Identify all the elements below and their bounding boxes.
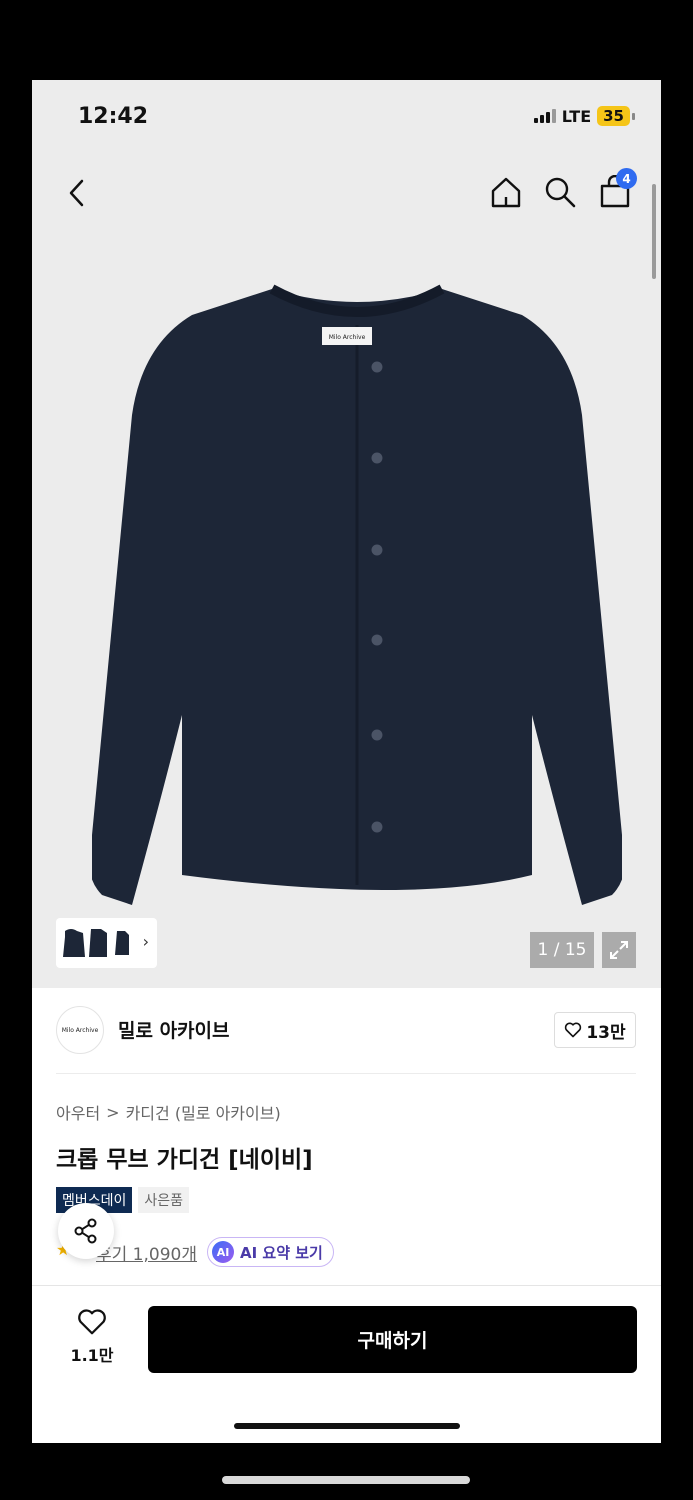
battery-level: 35 <box>597 106 630 126</box>
breadcrumb-category[interactable]: 아우터 <box>56 1100 100 1124</box>
search-icon <box>545 177 576 208</box>
wishlist-button[interactable]: 1.1만 <box>68 1308 116 1366</box>
signal-icon <box>533 109 556 123</box>
status-time: 12:42 <box>78 104 149 129</box>
ai-icon: AI <box>212 1241 234 1263</box>
heart-icon <box>565 1022 582 1038</box>
home-indicator[interactable] <box>234 1423 460 1429</box>
chevron-right-icon: › <box>142 932 149 951</box>
product-title: 크롭 무브 가디건 [네이비] <box>56 1147 313 1173</box>
expand-icon <box>610 941 628 959</box>
cart-button[interactable]: 4 <box>597 168 637 210</box>
search-button[interactable] <box>542 174 578 210</box>
gift-badge: 사은품 <box>138 1187 190 1213</box>
status-indicators: LTE 35 <box>533 106 635 126</box>
divider <box>56 1073 636 1074</box>
share-icon <box>74 1218 97 1244</box>
breadcrumb-subcategory[interactable]: 카디건 (밀로 아카이브) <box>126 1100 281 1124</box>
ai-summary-button[interactable]: AI AI 요약 보기 <box>207 1237 334 1267</box>
network-type: LTE <box>561 106 592 126</box>
wishlist-count: 1.1만 <box>70 1346 114 1365</box>
thumbnail-images <box>63 929 129 957</box>
phone-screen: 12:42 LTE 35 4 Milo Archive › 1 / 15 Mil… <box>32 80 661 1443</box>
ai-summary-label: AI 요약 보기 <box>240 1243 323 1262</box>
back-button[interactable] <box>62 176 92 210</box>
battery-icon <box>632 112 635 120</box>
product-image[interactable]: Milo Archive <box>92 275 622 955</box>
home-button[interactable] <box>488 174 524 210</box>
brand-logo[interactable]: Milo Archive <box>56 1006 104 1054</box>
heart-icon <box>78 1309 106 1335</box>
garment-label: Milo Archive <box>329 334 366 341</box>
scrollbar[interactable] <box>652 184 656 279</box>
share-button[interactable] <box>58 1203 114 1259</box>
expand-button[interactable] <box>602 932 636 968</box>
image-counter: 1 / 15 <box>530 932 594 968</box>
brand-like-button[interactable]: 13만 <box>554 1012 636 1048</box>
buy-button[interactable]: 구매하기 <box>148 1306 637 1373</box>
breadcrumb: 아우터 > 카디건 (밀로 아카이브) <box>56 1100 281 1124</box>
brand-name[interactable]: 밀로 아카이브 <box>118 1016 230 1043</box>
thumbnail-strip[interactable]: › <box>56 918 157 968</box>
home-icon <box>491 177 521 208</box>
outer-home-indicator <box>222 1476 470 1484</box>
bottom-bar-divider <box>32 1285 661 1286</box>
cart-count-badge: 4 <box>616 168 637 189</box>
brand-like-count: 13만 <box>586 1022 626 1043</box>
product-hero: 12:42 LTE 35 4 Milo Archive › 1 / 15 <box>32 80 661 988</box>
brand-row[interactable]: Milo Archive 밀로 아카이브 13만 <box>56 1004 636 1054</box>
breadcrumb-separator: > <box>106 1102 120 1122</box>
chevron-left-icon <box>69 179 84 207</box>
